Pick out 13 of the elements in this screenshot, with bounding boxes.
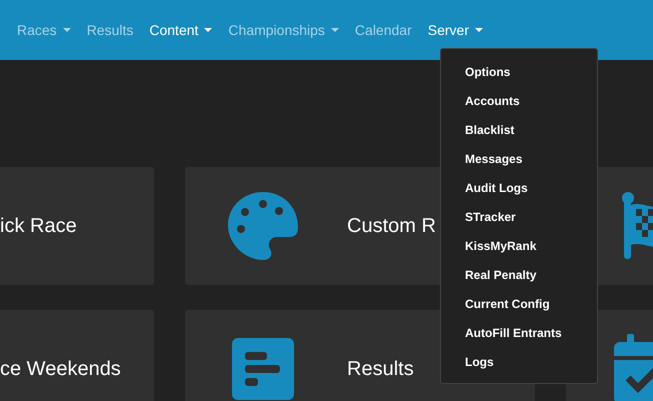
nav-link[interactable]: Content [149,22,212,38]
card-title: Custom R [347,214,436,238]
menu-card[interactable]: ick Race [0,167,154,285]
card-title: ick Race [0,214,77,238]
palette-icon [227,190,299,262]
menu-item[interactable]: Options [441,58,597,87]
card-title: ce Weekends [0,358,121,380]
menu-card[interactable]: ce Weekends [0,310,154,401]
menu-item[interactable]: Blacklist [441,116,597,145]
nav-link[interactable]: Server [428,22,483,38]
card-title: Results [347,358,414,380]
bar-list-icon [232,338,294,400]
menu-item[interactable]: Accounts [441,87,597,116]
